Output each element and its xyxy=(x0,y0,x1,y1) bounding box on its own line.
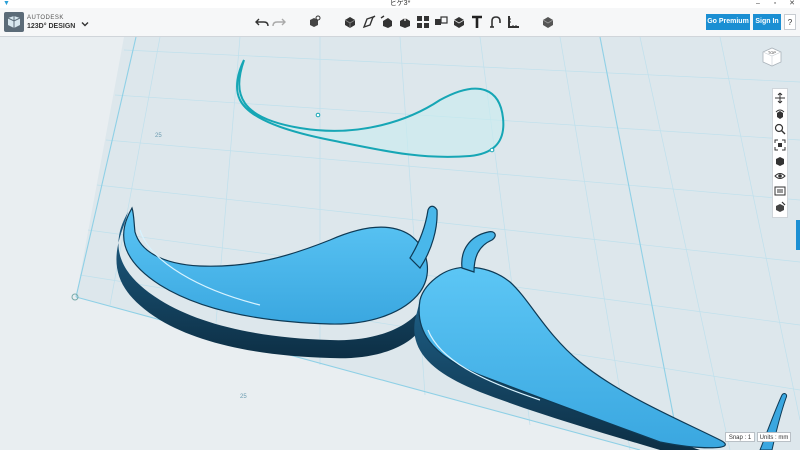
logo-icon xyxy=(7,16,21,28)
sketch-icon[interactable] xyxy=(362,15,376,29)
material-icon[interactable] xyxy=(541,15,555,29)
grid-label-left: 25 xyxy=(155,133,162,139)
minimize-button[interactable]: – xyxy=(750,0,766,8)
undo-icon[interactable] xyxy=(255,15,269,29)
combine-icon[interactable] xyxy=(452,15,466,29)
brand-line1: AUTODESK xyxy=(27,15,64,21)
construct-icon[interactable] xyxy=(380,15,394,29)
redo-icon[interactable] xyxy=(272,15,286,29)
go-premium-button[interactable]: Go Premium xyxy=(706,14,750,30)
side-panel-tab[interactable] xyxy=(796,220,800,250)
sketch-point[interactable] xyxy=(315,112,321,118)
modify-icon[interactable] xyxy=(398,15,412,29)
orbit-icon[interactable] xyxy=(774,108,786,120)
scene-canvas[interactable]: 25 25 xyxy=(0,37,800,450)
viewcube-icon[interactable]: TOP xyxy=(760,44,784,68)
grid-label-bottom: 25 xyxy=(240,394,247,400)
main-toolbar: AUTODESK 123D° DESIGN xyxy=(0,8,800,37)
fit-icon[interactable] xyxy=(774,139,786,151)
viewcube-label: TOP xyxy=(768,50,776,55)
sketch-point[interactable] xyxy=(489,147,495,153)
material-icon[interactable] xyxy=(774,201,786,213)
transform-icon[interactable] xyxy=(307,15,321,29)
navigation-bar xyxy=(772,88,788,218)
help-button[interactable]: ? xyxy=(784,14,796,30)
pan-icon[interactable] xyxy=(774,92,786,104)
maximize-button[interactable]: ▫ xyxy=(767,0,783,8)
primitives-icon[interactable] xyxy=(343,15,357,29)
group-icon[interactable] xyxy=(434,15,448,29)
chevron-down-icon[interactable] xyxy=(80,19,90,29)
units-status[interactable]: Units : mm xyxy=(757,432,791,442)
views-icon[interactable] xyxy=(774,155,786,167)
sign-in-button[interactable]: Sign In xyxy=(753,14,781,30)
app-logo[interactable] xyxy=(4,12,24,32)
snap-status[interactable]: Snap : 1 xyxy=(725,432,755,442)
window-title: ヒゲ3* xyxy=(389,0,411,7)
hide-icon[interactable] xyxy=(774,185,786,197)
snap-icon[interactable] xyxy=(488,15,502,29)
pattern-icon[interactable] xyxy=(416,15,430,29)
brand-line2: 123D° DESIGN xyxy=(27,23,76,30)
measure-icon[interactable] xyxy=(506,15,520,29)
text-icon[interactable] xyxy=(470,15,484,29)
3d-viewport[interactable]: 25 25 xyxy=(0,37,800,450)
brand: AUTODESK 123D° DESIGN xyxy=(27,14,75,31)
close-button[interactable]: ✕ xyxy=(784,0,800,8)
visibility-icon[interactable] xyxy=(774,170,786,182)
zoom-icon[interactable] xyxy=(774,123,786,135)
